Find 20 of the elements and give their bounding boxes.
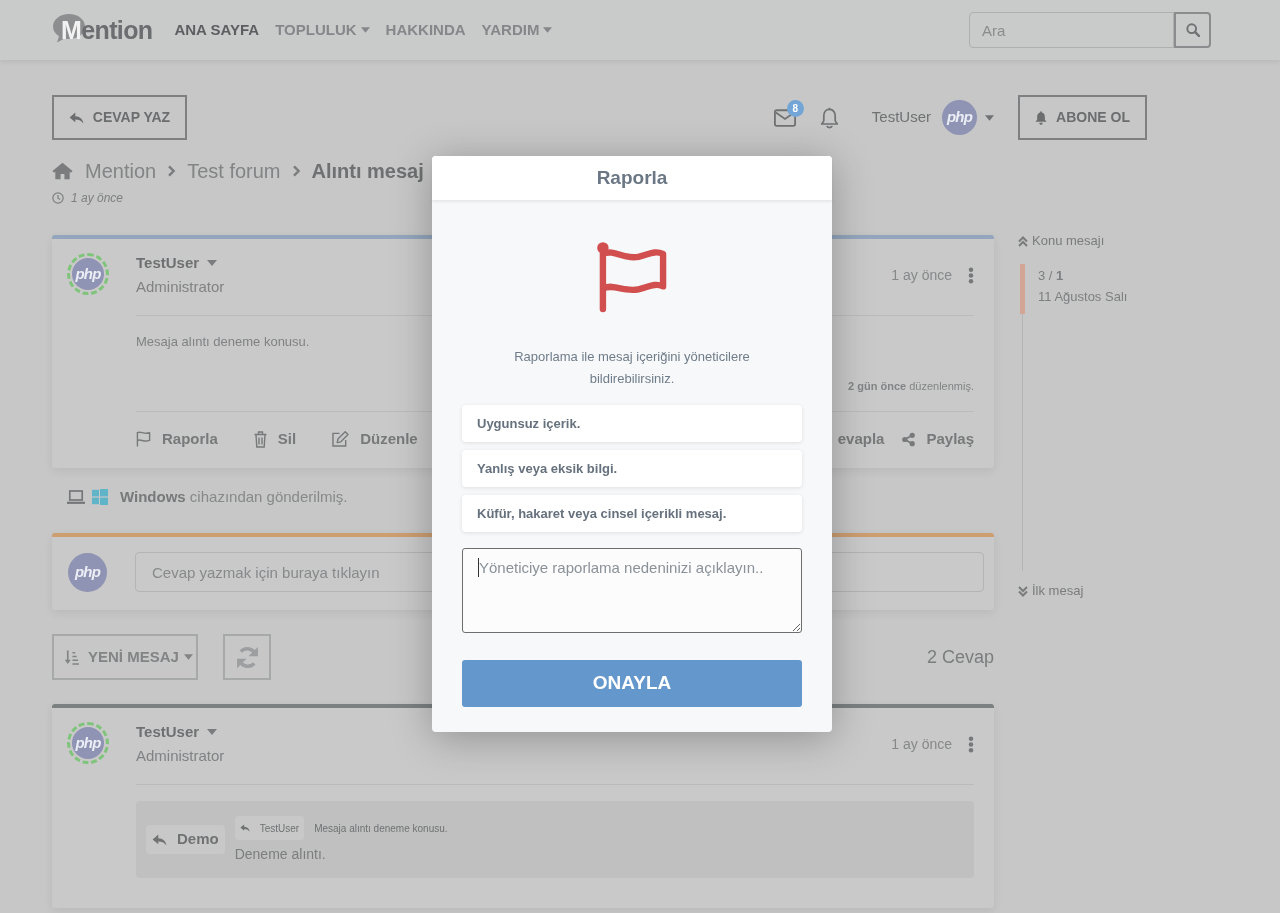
avatar: php: [67, 722, 109, 764]
post-time: 1 ay önce: [891, 265, 952, 285]
reply-count: 2 Cevap: [926, 645, 994, 669]
avatar: php: [942, 100, 977, 135]
avatar: php: [68, 552, 107, 592]
post-time: 1 ay önce: [891, 734, 952, 754]
avatar: php: [67, 253, 109, 295]
device-note: Windows cihazından gönderilmiş.: [120, 486, 348, 507]
user-role: Administrator: [136, 277, 225, 297]
quote-source: Mesaja alıntı deneme konusu.: [314, 821, 448, 836]
edit-note: 2 gün önce düzenlenmiş.: [848, 379, 974, 393]
dialog-description: Raporlama ile mesaj içeriğini yöneticilere bildirebilirsiniz.: [513, 348, 751, 388]
unread-count-badge: 8: [786, 99, 804, 117]
quote-text: Deneme alıntı.: [234, 845, 326, 863]
user-role: Administrator: [136, 746, 225, 766]
post-body: Mesaja alıntı deneme konusu.: [136, 333, 310, 351]
timeline-position: 3 / 1: [1038, 268, 1064, 284]
dialog-title: Raporla: [596, 165, 668, 190]
timeline-date: 11 Ağustos Salı: [1038, 289, 1128, 305]
post-date: 1 ay önce: [71, 190, 124, 207]
